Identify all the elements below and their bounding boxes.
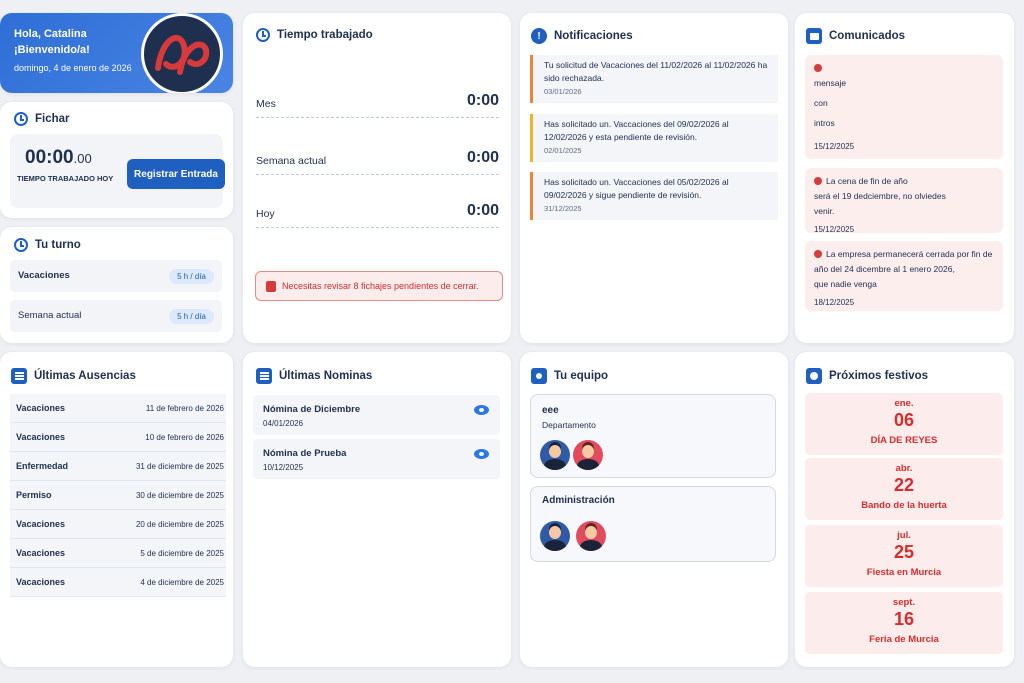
- holiday-item: sept. 16 Feria de Murcia: [805, 592, 1003, 654]
- fichar-panel: 00:00.00 TIEMPO TRABAJADO HOY Registrar …: [10, 134, 225, 208]
- calendar-icon: [806, 368, 822, 384]
- hours-badge: 5 h / día: [169, 269, 214, 284]
- clock-icon: [14, 238, 28, 252]
- worked-time-row: Semana actual 0:00: [256, 145, 499, 175]
- info-icon: !: [531, 28, 547, 44]
- payslip-row[interactable]: Nómina de Prueba 10/12/2025: [253, 439, 500, 479]
- clock-icon: [256, 28, 270, 42]
- payslips-title: Últimas Nominas: [256, 368, 372, 384]
- notification-item[interactable]: Has solicitado un. Vaccaciones del 05/02…: [530, 172, 778, 220]
- absence-row[interactable]: Vacaciones 4 de diciembre de 2025: [10, 568, 226, 597]
- absence-row[interactable]: Enfermedad 31 de diciembre de 2025: [10, 452, 226, 481]
- team-card: Tu equipo eee Departamento Administració…: [520, 352, 788, 667]
- worked-time-today: 00:00.00: [25, 147, 92, 168]
- eye-icon[interactable]: [474, 449, 489, 459]
- unread-dot: [814, 64, 822, 72]
- welcome-message: ¡Bienvenido/a!: [14, 44, 90, 56]
- fichar-card: Fichar 00:00.00 TIEMPO TRABAJADO HOY Reg…: [0, 102, 233, 218]
- worked-time-title: Tiempo trabajado: [256, 28, 373, 42]
- announcements-title: Comunicados: [806, 28, 905, 44]
- announcement-item[interactable]: mensaje con intros 15/12/2025: [805, 55, 1003, 159]
- unread-dot: [814, 177, 822, 185]
- list-icon: [11, 368, 27, 384]
- folder-icon: [806, 28, 822, 44]
- holidays-title: Próximos festivos: [806, 368, 928, 384]
- announcements-card: Comunicados mensaje con intros 15/12/202…: [795, 13, 1014, 343]
- absence-row[interactable]: Vacaciones 11 de febrero de 2026: [10, 394, 226, 423]
- team-group[interactable]: Administración: [530, 486, 776, 562]
- announcement-item[interactable]: La cena de fin de año será el 19 dedciem…: [805, 168, 1003, 234]
- pending-clockings-alert[interactable]: Necesitas revisar 8 fichajes pendientes …: [255, 271, 503, 301]
- holiday-item: ene. 06 DÍA DE REYES: [805, 393, 1003, 455]
- current-date: domingo, 4 de enero de 2026: [14, 63, 132, 73]
- holiday-item: abr. 22 Bando de la huerta: [805, 458, 1003, 520]
- company-logo: [141, 13, 223, 93]
- notifications-card: ! Notificaciones Tu solicitud de Vacacio…: [520, 13, 788, 343]
- avatar[interactable]: [540, 440, 570, 470]
- worked-time-label: TIEMPO TRABAJADO HOY: [17, 174, 114, 183]
- greeting: Hola, Catalina: [14, 28, 87, 40]
- team-group[interactable]: eee Departamento: [530, 394, 776, 478]
- notifications-title: ! Notificaciones: [531, 28, 633, 44]
- clock-icon: [14, 112, 28, 126]
- shift-row: Vacaciones 5 h / día: [10, 260, 222, 292]
- absence-row[interactable]: Permiso 30 de diciembre de 2025: [10, 481, 226, 510]
- holiday-item: jul. 25 Fiesta en Murcia: [805, 525, 1003, 587]
- register-entry-button[interactable]: Registrar Entrada: [127, 159, 225, 189]
- announcement-item[interactable]: La empresa permanecerá cerrada por fin d…: [805, 241, 1003, 311]
- unread-dot: [814, 250, 822, 258]
- payslip-row[interactable]: Nómina de Diciembre 04/01/2026: [253, 395, 500, 435]
- absence-row[interactable]: Vacaciones 5 de diciembre de 2025: [10, 539, 226, 568]
- eye-icon[interactable]: [474, 405, 489, 415]
- holidays-card: Próximos festivos ene. 06 DÍA DE REYES a…: [795, 352, 1014, 667]
- absences-card: Últimas Ausencias Vacaciones 11 de febrer…: [0, 352, 233, 667]
- worked-time-row: Mes 0:00: [256, 88, 499, 118]
- alert-icon: [266, 281, 276, 292]
- avatar[interactable]: [573, 440, 603, 470]
- welcome-card: Hola, Catalina ¡Bienvenido/a! domingo, 4…: [0, 13, 233, 93]
- team-title: Tu equipo: [531, 368, 608, 384]
- absence-row[interactable]: Vacaciones 10 de febrero de 2026: [10, 423, 226, 452]
- document-icon: [256, 368, 272, 384]
- notification-item[interactable]: Tu solicitud de Vacaciones del 11/02/202…: [530, 55, 778, 103]
- fichar-title: Fichar: [14, 112, 70, 126]
- worked-time-card: Tiempo trabajado Mes 0:00 Semana actual …: [243, 13, 511, 343]
- notification-item[interactable]: Has solicitado un. Vaccaciones del 09/02…: [530, 114, 778, 162]
- shift-card: Tu turno Vacaciones 5 h / día Semana act…: [0, 227, 233, 343]
- avatar[interactable]: [540, 521, 570, 551]
- user-icon: [531, 368, 547, 384]
- shift-row: Semana actual 5 h / día: [10, 300, 222, 332]
- payslips-card: Últimas Nominas Nómina de Diciembre 04/0…: [243, 352, 511, 667]
- avatar[interactable]: [576, 521, 606, 551]
- absences-title: Últimas Ausencias: [11, 368, 136, 384]
- shift-title: Tu turno: [14, 238, 81, 252]
- hours-badge: 5 h / día: [169, 309, 214, 324]
- absence-row[interactable]: Vacaciones 20 de diciembre de 2025: [10, 510, 226, 539]
- worked-time-row: Hoy 0:00: [256, 198, 499, 228]
